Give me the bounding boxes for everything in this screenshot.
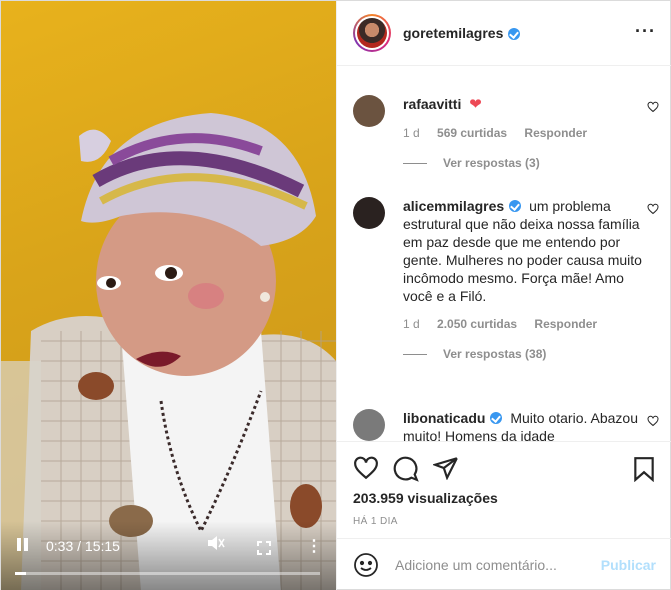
emoji-icon[interactable] <box>353 552 379 578</box>
video-time: 0:33 / 15:15 <box>46 538 120 554</box>
mute-icon[interactable] <box>207 535 225 555</box>
view-replies-label: Ver respostas (3) <box>443 156 540 170</box>
commenter-username[interactable]: rafaavitti <box>403 96 461 112</box>
comment-item: rafaavitti ❤ 1 d 569 curtidas Responder … <box>353 95 659 170</box>
verified-icon <box>490 412 503 424</box>
commenter-avatar[interactable] <box>353 95 385 127</box>
publish-button[interactable]: Publicar <box>601 557 656 573</box>
reply-button[interactable]: Responder <box>524 126 587 140</box>
commenter-username[interactable]: libonaticadu <box>403 410 485 426</box>
view-replies-button[interactable]: Ver respostas (38) <box>403 347 653 361</box>
comment-like-icon[interactable] <box>647 101 659 113</box>
like-icon[interactable] <box>353 456 379 480</box>
comment-meta: 1 d 2.050 curtidas Responder <box>403 317 653 331</box>
video-progress-fill <box>15 572 26 575</box>
commenter-username[interactable]: alicemmilagres <box>403 198 504 214</box>
comments-list: rafaavitti ❤ 1 d 569 curtidas Responder … <box>337 67 671 441</box>
comment-meta: 1 d 569 curtidas Responder <box>403 126 653 140</box>
comment-input[interactable]: Adicione um comentário... <box>395 557 601 573</box>
comment-age: 1 d <box>403 317 420 331</box>
action-icons <box>353 456 658 482</box>
view-replies-label: Ver respostas (38) <box>443 347 547 361</box>
video-frame-image <box>21 113 336 590</box>
verified-icon <box>509 200 522 212</box>
reply-button[interactable]: Responder <box>534 317 597 331</box>
add-comment-bar: Adicione um comentário... Publicar <box>337 538 671 590</box>
comment-likes[interactable]: 569 curtidas <box>437 126 507 140</box>
more-options-icon[interactable]: ··· <box>635 21 656 42</box>
commenter-avatar[interactable] <box>353 409 385 441</box>
video-more-icon[interactable]: ⋮ <box>306 536 322 556</box>
pause-button[interactable] <box>15 537 31 553</box>
verified-icon <box>508 28 521 40</box>
comment-like-icon[interactable] <box>647 415 659 427</box>
post-date[interactable]: HÁ 1 DIA <box>353 516 398 527</box>
save-icon[interactable] <box>633 456 655 482</box>
fullscreen-icon[interactable] <box>257 541 271 555</box>
views-count[interactable]: 203.959 visualizações <box>353 490 498 506</box>
share-icon[interactable] <box>433 456 459 480</box>
comment-item: alicemmilagres um problema estrutural qu… <box>353 197 659 361</box>
post-actions: 203.959 visualizações HÁ 1 DIA <box>337 441 671 538</box>
comment-age: 1 d <box>403 126 420 140</box>
author-avatar[interactable] <box>353 14 391 52</box>
video-player[interactable]: 0:33 / 15:15 ⋮ <box>1 1 336 590</box>
commenter-avatar[interactable] <box>353 197 385 229</box>
post-viewer: 0:33 / 15:15 ⋮ goretemilagres ··· rafaav… <box>0 0 671 590</box>
view-replies-button[interactable]: Ver respostas (3) <box>403 156 653 170</box>
video-progress-bar[interactable] <box>15 572 320 575</box>
author-username[interactable]: goretemilagres <box>403 25 503 41</box>
comment-like-icon[interactable] <box>647 203 659 215</box>
post-side-panel: goretemilagres ··· rafaavitti ❤ 1 d 569 … <box>336 1 671 590</box>
comment-icon[interactable] <box>393 456 419 482</box>
video-controls: 0:33 / 15:15 ⋮ <box>1 521 336 590</box>
post-header: goretemilagres ··· <box>337 1 671 66</box>
comment-item: libonaticadu Muito otario. Abazou muito!… <box>353 409 659 441</box>
heart-emoji-icon: ❤ <box>469 96 482 113</box>
comment-likes[interactable]: 2.050 curtidas <box>437 317 517 331</box>
